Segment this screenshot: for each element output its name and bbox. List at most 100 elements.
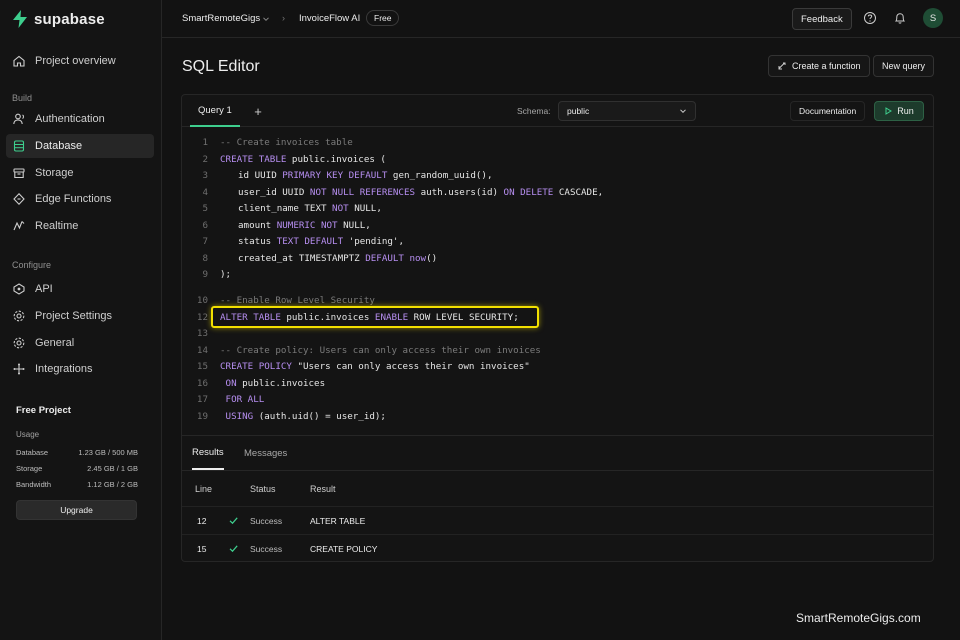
code-text: created_at TIMESTAMPTZ DEFAULT now() [238, 251, 437, 267]
line-number: 4 [202, 186, 208, 198]
sidebar-item-database[interactable]: Database [6, 134, 154, 158]
add-tab-button[interactable]: + [248, 103, 268, 119]
breadcrumb-project[interactable]: InvoiceFlow AI [299, 13, 360, 24]
usage-row-value: 2.45 GB / 1 GB [87, 464, 138, 473]
logo[interactable]: supabase [12, 10, 105, 28]
nav-section-build: Build [12, 93, 33, 103]
bell-icon[interactable] [893, 11, 907, 25]
code-text: ON public.invoices [220, 376, 326, 392]
avatar[interactable]: S [923, 8, 943, 28]
code-text: CREATE POLICY "Users can only access the… [220, 359, 530, 375]
plan-badge: Free [366, 10, 400, 26]
code-line[interactable]: 13 [182, 326, 933, 342]
usage-row-bandwidth: Bandwidth 1.12 GB / 2 GB [16, 480, 138, 489]
code-line[interactable]: 4 user_id UUID NOT NULL REFERENCES auth.u… [182, 185, 933, 201]
code-line[interactable]: 16 ON public.invoices [182, 376, 933, 392]
usage-label: Usage [16, 430, 40, 439]
usage-row-value: 1.12 GB / 2 GB [87, 480, 138, 489]
sidebar-item-label: Database [35, 140, 83, 152]
line-number: 13 [196, 328, 208, 339]
sidebar-item-api[interactable]: API [6, 277, 154, 301]
usage-row-name: Bandwidth [16, 480, 52, 489]
code-line[interactable]: 5 client_name TEXT NOT NULL, [182, 201, 933, 217]
sidebar-item-realtime[interactable]: Realtime [6, 214, 154, 238]
sql-token: CASCADE, [553, 186, 604, 198]
sql-token: created_at TIMESTAMPTZ [238, 252, 366, 264]
line-number: 17 [196, 394, 208, 405]
sql-comment: -- Create policy: Users can only access … [220, 344, 541, 356]
sidebar-item-project-settings[interactable]: Project Settings [6, 304, 154, 328]
code-line[interactable]: 7 status TEXT DEFAULT 'pending', [182, 234, 933, 250]
sql-token: public.invoices ( [286, 153, 386, 165]
editor-toolbar: Query 1 + Schema: public Documentation R… [182, 95, 933, 127]
schema-select[interactable]: public [558, 101, 696, 121]
code-line[interactable]: 19 USING (auth.uid() = user_id); [182, 409, 933, 425]
watermark-text: SmartRemoteGigs.com [796, 611, 921, 625]
code-text: client_name TEXT NOT NULL, [238, 201, 382, 217]
usage-row-name: Database [16, 448, 49, 457]
code-text: user_id UUID NOT NULL REFERENCES auth.us… [238, 185, 603, 201]
sidebar-item-integrations[interactable]: Integrations [6, 357, 154, 381]
sidebar-item-label: Realtime [35, 220, 79, 232]
documentation-button[interactable]: Documentation [790, 101, 866, 121]
upgrade-button[interactable]: Upgrade [16, 500, 137, 520]
breadcrumb-org[interactable]: SmartRemoteGigs [182, 13, 260, 24]
sidebar-item-general[interactable]: General [6, 331, 154, 355]
table-row[interactable]: 15 Success CREATE POLICY [182, 534, 933, 561]
sql-comment: -- Enable Row Level Security [220, 295, 375, 306]
code-text: ); [220, 267, 231, 283]
line-number: 8 [202, 252, 208, 264]
sql-token: user_id UUID [238, 186, 310, 198]
sidebar-item-label: Project overview [35, 55, 116, 67]
feedback-button[interactable]: Feedback [792, 8, 852, 30]
tab-results[interactable]: Results [192, 436, 224, 470]
code-line[interactable]: 8 created_at TIMESTAMPTZ DEFAULT now() [182, 251, 933, 267]
line-number: 10 [196, 295, 208, 306]
highlighted-line-box [211, 306, 539, 328]
sql-comment: -- Create invoices table [220, 137, 353, 148]
sql-keyword: NOT [332, 203, 349, 214]
sql-token: NULL, [348, 203, 382, 214]
line-number: 15 [196, 361, 208, 372]
usage-plan-title: Free Project [16, 405, 71, 416]
chevron-down-icon[interactable] [262, 15, 270, 23]
code-line[interactable]: 1 -- Create invoices table [182, 135, 933, 151]
sidebar-item-edge-functions[interactable]: Edge Functions [6, 187, 154, 211]
help-icon[interactable] [863, 11, 877, 25]
top-bar: SmartRemoteGigs › InvoiceFlow AI Free Fe… [162, 0, 960, 38]
code-line[interactable]: 17 FOR ALL [182, 392, 933, 408]
sidebar-item-authentication[interactable]: Authentication [6, 107, 154, 131]
code-icon [13, 193, 25, 205]
code-line[interactable]: 2 CREATE TABLE public.invoices ( [182, 152, 933, 168]
sql-token: status [238, 236, 277, 247]
code-line[interactable]: 14 -- Create policy: Users can only acces… [182, 343, 933, 359]
sidebar-item-label: Storage [35, 167, 74, 179]
line-number: 9 [202, 269, 208, 280]
usage-row-name: Storage [16, 464, 43, 473]
line-number: 6 [202, 219, 208, 231]
sql-keyword: USING [220, 410, 254, 422]
home-icon [13, 55, 25, 67]
chevron-down-icon [680, 109, 686, 114]
page-title: SQL Editor [182, 58, 260, 75]
sidebar-item-project-overview[interactable]: Project overview [6, 49, 154, 73]
code-line[interactable]: 15 CREATE POLICY "Users can only access t… [182, 359, 933, 375]
create-function-button[interactable]: Create a function [768, 55, 870, 77]
code-line[interactable]: 6 amount NUMERIC NOT NULL, [182, 218, 933, 234]
tab-query-1[interactable]: Query 1 [190, 95, 240, 127]
sql-keyword: ON [220, 377, 237, 389]
archive-icon [13, 168, 25, 179]
run-button[interactable]: Run [874, 101, 924, 121]
code-line[interactable]: 3 id UUID PRIMARY KEY DEFAULT gen_random_… [182, 168, 933, 184]
code-text: -- Create invoices table [220, 135, 353, 151]
code-line[interactable]: 9); [182, 267, 933, 283]
code-text: CREATE TABLE public.invoices ( [220, 152, 386, 168]
table-row[interactable]: 12 Success ALTER TABLE [182, 506, 933, 534]
check-icon [229, 517, 238, 525]
supabase-logo-icon [13, 10, 27, 28]
sidebar-item-storage[interactable]: Storage [6, 161, 154, 185]
new-query-button[interactable]: New query [873, 55, 935, 77]
play-icon [885, 107, 893, 115]
tab-messages[interactable]: Messages [244, 436, 287, 470]
sql-keyword: NOT NULL REFERENCES [309, 186, 416, 198]
